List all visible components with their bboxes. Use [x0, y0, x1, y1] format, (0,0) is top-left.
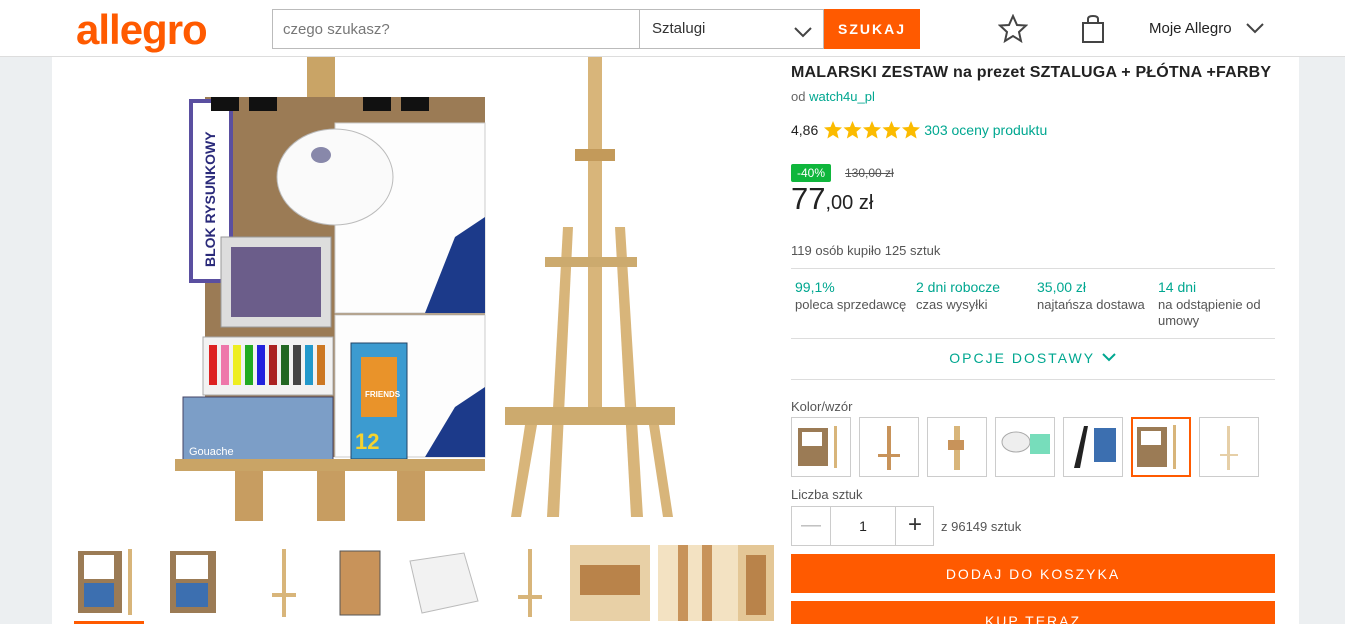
variant-option-4[interactable]: [995, 417, 1055, 477]
add-to-cart-button[interactable]: DODAJ DO KOSZYKA: [791, 554, 1275, 593]
quantity-plus-button[interactable]: +: [896, 507, 934, 545]
variant-option-5[interactable]: [1063, 417, 1123, 477]
divider: [791, 379, 1275, 380]
thumbnail-9[interactable]: [738, 545, 774, 624]
chevron-down-icon: [1102, 353, 1116, 362]
info-value: 35,00 zł: [1037, 279, 1087, 295]
chevron-down-icon[interactable]: [1245, 20, 1265, 43]
product-main-image[interactable]: BLOK RYSUNKOWY Gouache FRIENDS 12: [175, 57, 775, 521]
quantity-input[interactable]: [830, 507, 896, 545]
rating-row: 4,86 303 oceny produktu: [791, 121, 1047, 139]
bought-count: 119 osób kupiło 125 sztuk: [791, 243, 941, 258]
thumbnail-8[interactable]: [658, 545, 738, 624]
thumbnail-4[interactable]: [330, 545, 400, 624]
star-icon: [824, 121, 843, 139]
thumbnail-7[interactable]: [570, 545, 650, 624]
info-value: 14 dni: [1158, 279, 1197, 295]
quantity-stepper: — +: [791, 506, 934, 546]
info-label: czas wysyłki: [916, 297, 988, 312]
star-icon: [863, 121, 882, 139]
info-recommend: 99,1% poleca sprzedawcę: [795, 279, 910, 313]
info-value: 2 dni robocze: [916, 279, 1001, 295]
info-cheapest-delivery: 35,00 zł najtańsza dostawa: [1037, 279, 1152, 313]
price-rest: ,00 zł: [825, 192, 874, 214]
allegro-logo[interactable]: allegro: [76, 6, 208, 54]
info-label: na odstąpienie od umowy: [1158, 297, 1261, 328]
star-icon: [902, 121, 921, 139]
info-label: poleca sprzedawcę: [795, 297, 907, 312]
info-label: najtańsza dostawa: [1037, 297, 1145, 312]
chevron-down-icon: [793, 19, 813, 57]
category-select-value: Sztalugi: [652, 20, 706, 37]
quantity-label: Liczba sztuk: [791, 487, 863, 502]
cart-bag-icon[interactable]: [1080, 14, 1106, 49]
hero-blok-text: BLOK RYSUNKOWY: [202, 131, 218, 267]
info-value: 99,1%: [795, 279, 835, 295]
thumbnail-1[interactable]: [74, 545, 144, 624]
quantity-minus-button[interactable]: —: [792, 507, 830, 545]
product-title: MALARSKI ZESTAW na prezet SZTALUGA + PŁÓ…: [791, 64, 1272, 81]
divider: [791, 268, 1275, 269]
search-input[interactable]: [272, 9, 640, 49]
rating-stars: [824, 121, 921, 139]
thumbnail-3[interactable]: [250, 545, 320, 624]
discount-badge: -40%: [791, 164, 832, 182]
delivery-options-label: OPCJE DOSTAWY: [949, 350, 1095, 366]
price-main: 77: [791, 181, 826, 216]
rating-count-link[interactable]: 303 oceny produktu: [924, 122, 1047, 138]
quantity-available: z 96149 sztuk: [941, 519, 1022, 534]
variant-option-6[interactable]: [1131, 417, 1191, 477]
divider: [791, 338, 1275, 339]
star-icon: [882, 121, 901, 139]
old-price: 130,00 zł: [845, 166, 894, 180]
star-icon: [843, 121, 862, 139]
thumbnail-6[interactable]: [494, 545, 564, 624]
thumbnail-5[interactable]: [404, 545, 479, 624]
buy-now-button[interactable]: KUP TERAZ: [791, 601, 1275, 624]
hero-friends-text: FRIENDS: [365, 390, 401, 399]
category-select[interactable]: Sztalugi: [639, 9, 824, 49]
thumbnail-2[interactable]: [164, 545, 234, 624]
seller-line: od watch4u_pl: [791, 89, 875, 104]
rating-value: 4,86: [791, 122, 819, 138]
info-shipping-time: 2 dni robocze czas wysyłki: [916, 279, 1031, 313]
star-icon[interactable]: [997, 13, 1029, 49]
hero-12-text: 12: [355, 429, 379, 454]
seller-link[interactable]: watch4u_pl: [809, 89, 875, 104]
top-header: allegro Sztalugi SZUKAJ Moje Allegro: [0, 0, 1345, 57]
info-return-period: 14 dni na odstąpienie od umowy: [1158, 279, 1273, 329]
delivery-options-toggle[interactable]: OPCJE DOSTAWY: [791, 350, 1275, 366]
variant-label: Kolor/wzór: [791, 399, 853, 414]
seller-prefix: od: [791, 89, 806, 104]
search-button[interactable]: SZUKAJ: [824, 9, 920, 49]
variant-option-1[interactable]: [791, 417, 851, 477]
my-allegro-menu[interactable]: Moje Allegro: [1149, 20, 1232, 37]
product-card: BLOK RYSUNKOWY Gouache FRIENDS 12 MALARS…: [52, 57, 1299, 624]
thumbnail-strip: [74, 545, 774, 624]
variant-option-2[interactable]: [859, 417, 919, 477]
hero-gouache-text: Gouache: [189, 446, 234, 458]
price: 77,00 zł: [791, 181, 873, 217]
variant-option-3[interactable]: [927, 417, 987, 477]
variant-option-7[interactable]: [1199, 417, 1259, 477]
